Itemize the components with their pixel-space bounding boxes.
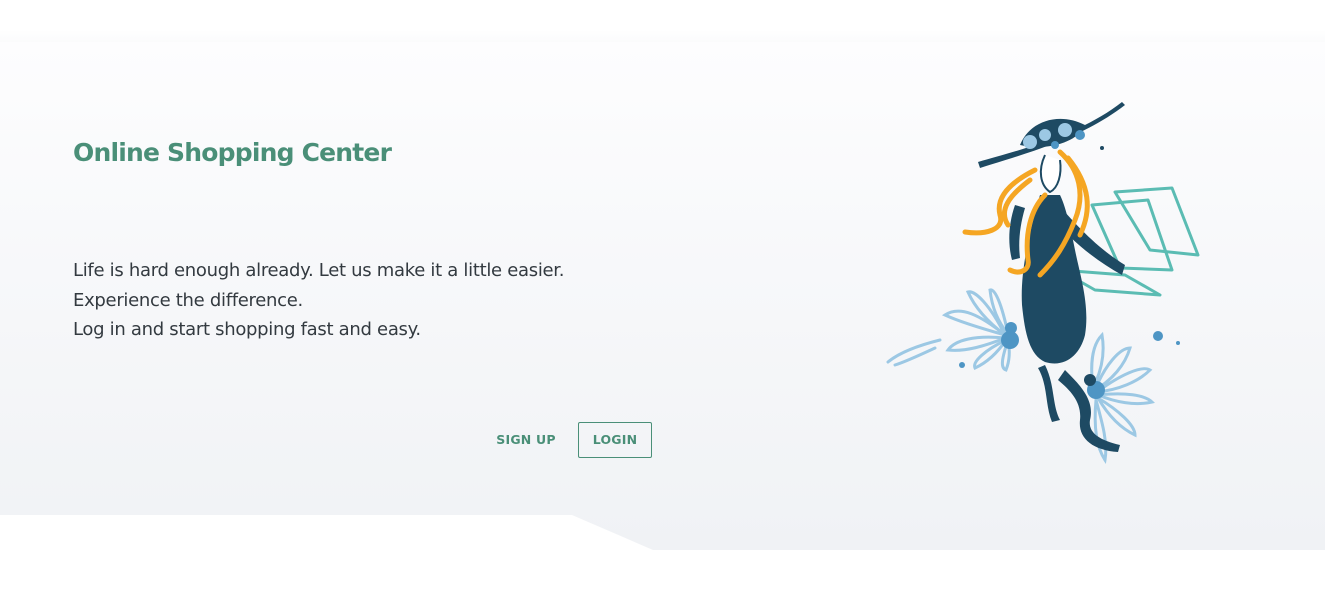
face-icon — [1039, 154, 1062, 194]
left-flower-icon — [886, 288, 1011, 372]
tagline-line-2: Experience the difference. — [73, 289, 303, 311]
shopping-woman-illustration-icon — [886, 102, 1200, 464]
page: Online Shopping Center Life is hard enou… — [0, 0, 1325, 594]
signup-button[interactable]: SIGN UP — [490, 422, 562, 457]
tagline-line-1: Life is hard enough already. Let us make… — [73, 260, 565, 281]
login-button[interactable]: LOGIN — [578, 422, 652, 458]
tagline: Life is hard enough already. Let us make… — [73, 256, 564, 345]
page-title: Online Shopping Center — [73, 138, 392, 167]
tagline-line-3: Log in and start shopping fast and easy. — [73, 319, 421, 340]
